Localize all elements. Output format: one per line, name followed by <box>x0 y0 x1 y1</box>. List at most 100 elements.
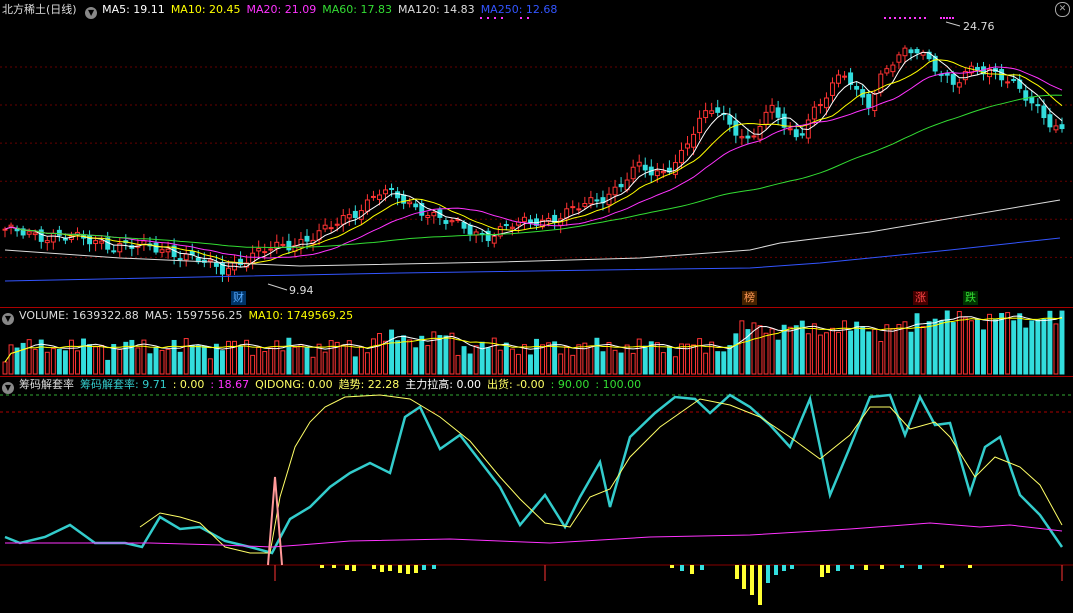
volume-bar <box>600 351 606 375</box>
volume-bar <box>286 337 292 375</box>
volume-bar <box>485 347 491 375</box>
triangle-down-icon[interactable]: ▼ <box>85 7 98 19</box>
candle-body <box>944 72 950 76</box>
triangle-down-icon[interactable]: ▼ <box>2 382 14 394</box>
candle-body <box>443 220 449 224</box>
ma-label-4: MA120: 14.83 <box>397 3 475 16</box>
candle-body <box>334 223 340 226</box>
indicator-name[interactable]: 筹码解套率 <box>19 378 74 391</box>
volume-panel[interactable]: ▼ VOLUME: 1639322.88 MA5: 1597556.25 MA10: … <box>0 308 1073 376</box>
volume-bar <box>407 339 413 375</box>
volume-bar <box>606 342 612 375</box>
volume-bar <box>836 331 841 375</box>
volume-bar <box>612 349 618 375</box>
volume-bar <box>956 311 962 375</box>
volume-bar <box>32 348 38 375</box>
ma-chip-line <box>5 522 1063 548</box>
volume-bar <box>950 322 956 375</box>
candle-body <box>763 111 769 125</box>
volume-bar <box>50 348 56 375</box>
volume-bar <box>703 352 709 375</box>
volume-label-0: VOLUME: 1639322.88 <box>19 309 139 322</box>
candle-body <box>823 97 829 109</box>
candle-body <box>352 210 358 218</box>
event-marker-zhang[interactable]: 涨 <box>913 291 928 305</box>
candle-body <box>793 129 799 138</box>
candle-body <box>449 220 455 223</box>
candle-body <box>262 251 268 254</box>
event-marker-cai[interactable]: 财 <box>231 291 246 305</box>
volume-bar <box>20 342 26 375</box>
indicator-panel[interactable]: ▼ 筹码解套率 筹码解套率: 9.71: 0.00: 18.67 QIDONG: 0.… <box>0 377 1073 613</box>
volume-bar <box>310 356 316 375</box>
histogram-bar <box>836 565 840 571</box>
indicator-label-7: : 90.00 <box>550 378 590 391</box>
volume-bar <box>981 329 986 375</box>
volume-bar <box>672 356 678 375</box>
volume-bar <box>26 339 32 375</box>
candle-body <box>660 170 666 174</box>
ma-label-0: MA5: 19.11 <box>102 3 165 16</box>
candle-body <box>461 221 467 229</box>
volume-bar <box>62 350 68 375</box>
volume-bar <box>201 345 207 375</box>
triangle-down-icon[interactable]: ▼ <box>2 313 14 325</box>
price-panel[interactable]: 北方稀土(日线) ▼ MA5: 19.11 MA10: 20.45 MA20: 21.… <box>0 0 1073 307</box>
volume-bar <box>594 337 600 375</box>
volume-bar <box>781 324 787 375</box>
volume-bar <box>497 349 503 375</box>
histogram-bar <box>735 565 739 579</box>
histogram-bar <box>406 565 410 574</box>
volume-bar <box>364 352 370 375</box>
candle-body <box>1029 96 1035 104</box>
volume-bar <box>787 326 793 375</box>
ma20-line <box>4 66 1063 259</box>
candle-body <box>304 235 310 242</box>
histogram-bar <box>680 565 684 571</box>
ma-label-5: MA250: 12.68 <box>480 3 558 16</box>
histogram-bar <box>352 565 356 571</box>
volume-bar <box>540 344 546 375</box>
candle-body <box>8 224 14 228</box>
candle-body <box>745 135 751 139</box>
volume-bar <box>962 317 968 375</box>
histogram-bar <box>700 565 704 570</box>
candle-body <box>618 183 624 188</box>
candle-body <box>588 197 594 205</box>
candle-body <box>830 82 835 96</box>
indicator-chart[interactable] <box>0 377 1073 613</box>
volume-bar <box>352 356 358 375</box>
volume-bar <box>993 319 999 375</box>
candle-body <box>503 224 509 227</box>
candle-body <box>733 120 739 136</box>
volume-bar <box>757 325 763 375</box>
volume-bar <box>914 313 920 375</box>
price-chart[interactable] <box>0 0 1073 307</box>
volume-bar <box>81 338 86 375</box>
ma-labels: MA5: 19.11 MA10: 20.45 MA20: 21.09 MA60: 17… <box>102 3 563 16</box>
close-icon[interactable]: ✕ <box>1055 2 1070 17</box>
candle-body <box>914 49 920 54</box>
candle-body <box>395 191 401 199</box>
histogram-bar <box>388 565 392 571</box>
event-marker-bang[interactable]: 榜 <box>742 291 757 305</box>
volume-bar <box>377 333 382 375</box>
volume-bar <box>461 346 467 375</box>
candle-body <box>842 75 848 78</box>
candle-body <box>364 199 370 212</box>
volume-bar <box>733 333 739 375</box>
candle-body <box>177 258 183 261</box>
volume-bar <box>370 338 376 375</box>
volume-bar <box>872 328 878 375</box>
stock-name[interactable]: 北方稀土(日线) <box>2 3 77 16</box>
event-marker-die[interactable]: 跌 <box>963 291 978 305</box>
volume-bar <box>618 352 624 375</box>
indicator-header: ▼ 筹码解套率 筹码解套率: 9.71: 0.00: 18.67 QIDONG: 0.… <box>2 377 653 394</box>
volume-bar <box>727 345 733 375</box>
volume-bar <box>419 335 425 375</box>
volume-bar <box>817 334 823 375</box>
histogram-bar <box>372 565 376 569</box>
histogram-bar <box>774 565 778 575</box>
indicator-label-5: 主力拉高: 0.00 <box>405 378 481 391</box>
candle-body <box>467 224 473 235</box>
